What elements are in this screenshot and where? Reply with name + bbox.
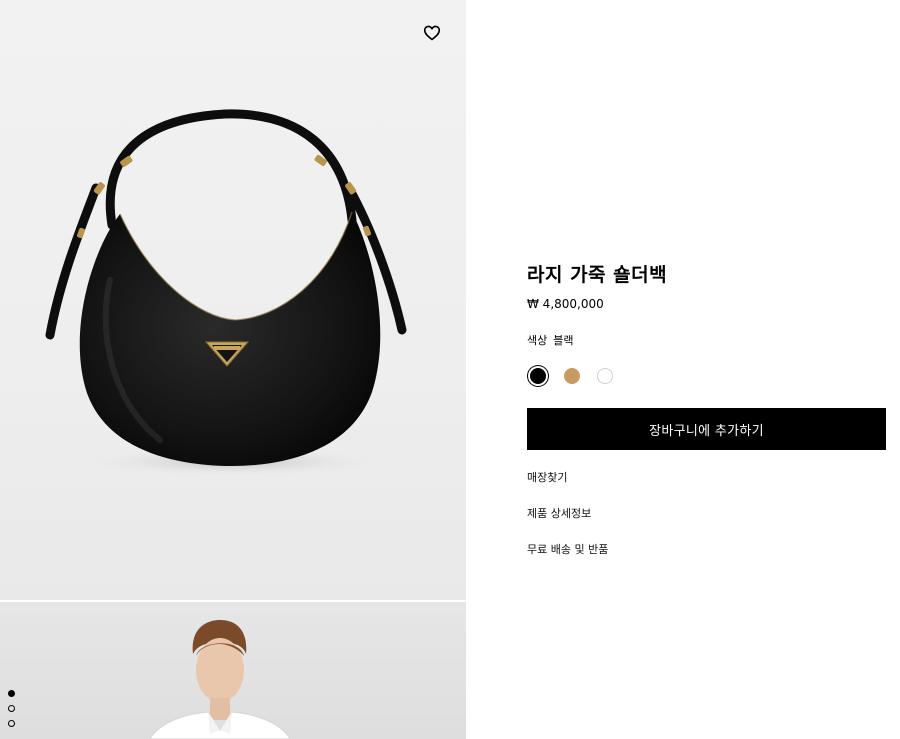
store-finder-link[interactable]: 매장찾기: [527, 470, 886, 485]
swatch-black[interactable]: [530, 368, 546, 384]
pager-dot-1[interactable]: [8, 690, 15, 697]
bag-illustration: [45, 109, 407, 476]
pager-dot-3[interactable]: [8, 720, 15, 727]
product-page: 라지 가죽 숄더백 ₩ 4,800,000 색상 블랙 장바구니에 추가하기 매장…: [0, 0, 900, 739]
pager-dot-2[interactable]: [8, 705, 15, 712]
gallery-pager: [6, 690, 18, 735]
color-swatches: [527, 364, 886, 388]
model-illustration: [149, 620, 291, 739]
shipping-returns-link[interactable]: 무료 배송 및 반품: [527, 542, 886, 557]
info-links: 매장찾기 제품 상세정보 무료 배송 및 반품: [527, 470, 886, 557]
heart-icon: [423, 25, 441, 41]
product-gallery[interactable]: [0, 0, 466, 739]
product-photo-bag[interactable]: [0, 0, 466, 600]
selected-color: 블랙: [553, 334, 574, 347]
product-price: ₩ 4,800,000: [527, 297, 604, 311]
wishlist-button[interactable]: [419, 20, 445, 46]
swatch-white[interactable]: [597, 368, 613, 384]
color-label: 색상: [527, 334, 548, 347]
product-details-link[interactable]: 제품 상세정보: [527, 506, 886, 521]
product-photo-model[interactable]: [0, 602, 466, 739]
product-title: 라지 가죽 숄더백: [527, 264, 668, 286]
color-selector-label: 색상 블랙: [527, 334, 886, 348]
add-to-cart-button[interactable]: 장바구니에 추가하기: [527, 408, 886, 450]
product-info: 라지 가죽 숄더백 ₩ 4,800,000 색상 블랙 장바구니에 추가하기 매장…: [527, 262, 886, 578]
swatch-tan[interactable]: [564, 368, 580, 384]
